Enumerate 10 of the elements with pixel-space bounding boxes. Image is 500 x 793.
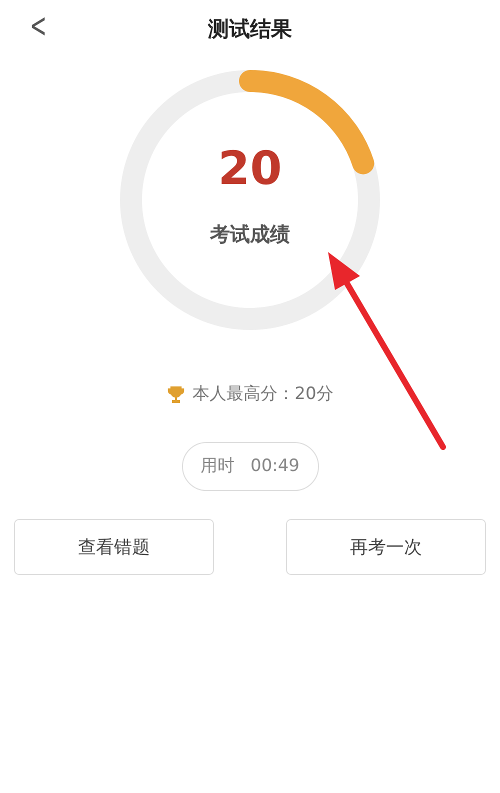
time-label: 用时 bbox=[200, 454, 234, 478]
time-value: 00:49 bbox=[250, 454, 300, 478]
back-button[interactable]: < bbox=[26, 8, 50, 44]
action-button[interactable]: 再考一次 bbox=[286, 519, 486, 575]
score-label: 考试成绩 bbox=[210, 221, 290, 248]
action-button[interactable]: 查看错题 bbox=[14, 519, 214, 575]
score-value: 20 bbox=[218, 145, 282, 191]
best-score-text: 本人最高分：20分 bbox=[192, 383, 334, 406]
trophy-icon bbox=[166, 386, 185, 404]
page-title: 测试结果 bbox=[208, 16, 292, 44]
